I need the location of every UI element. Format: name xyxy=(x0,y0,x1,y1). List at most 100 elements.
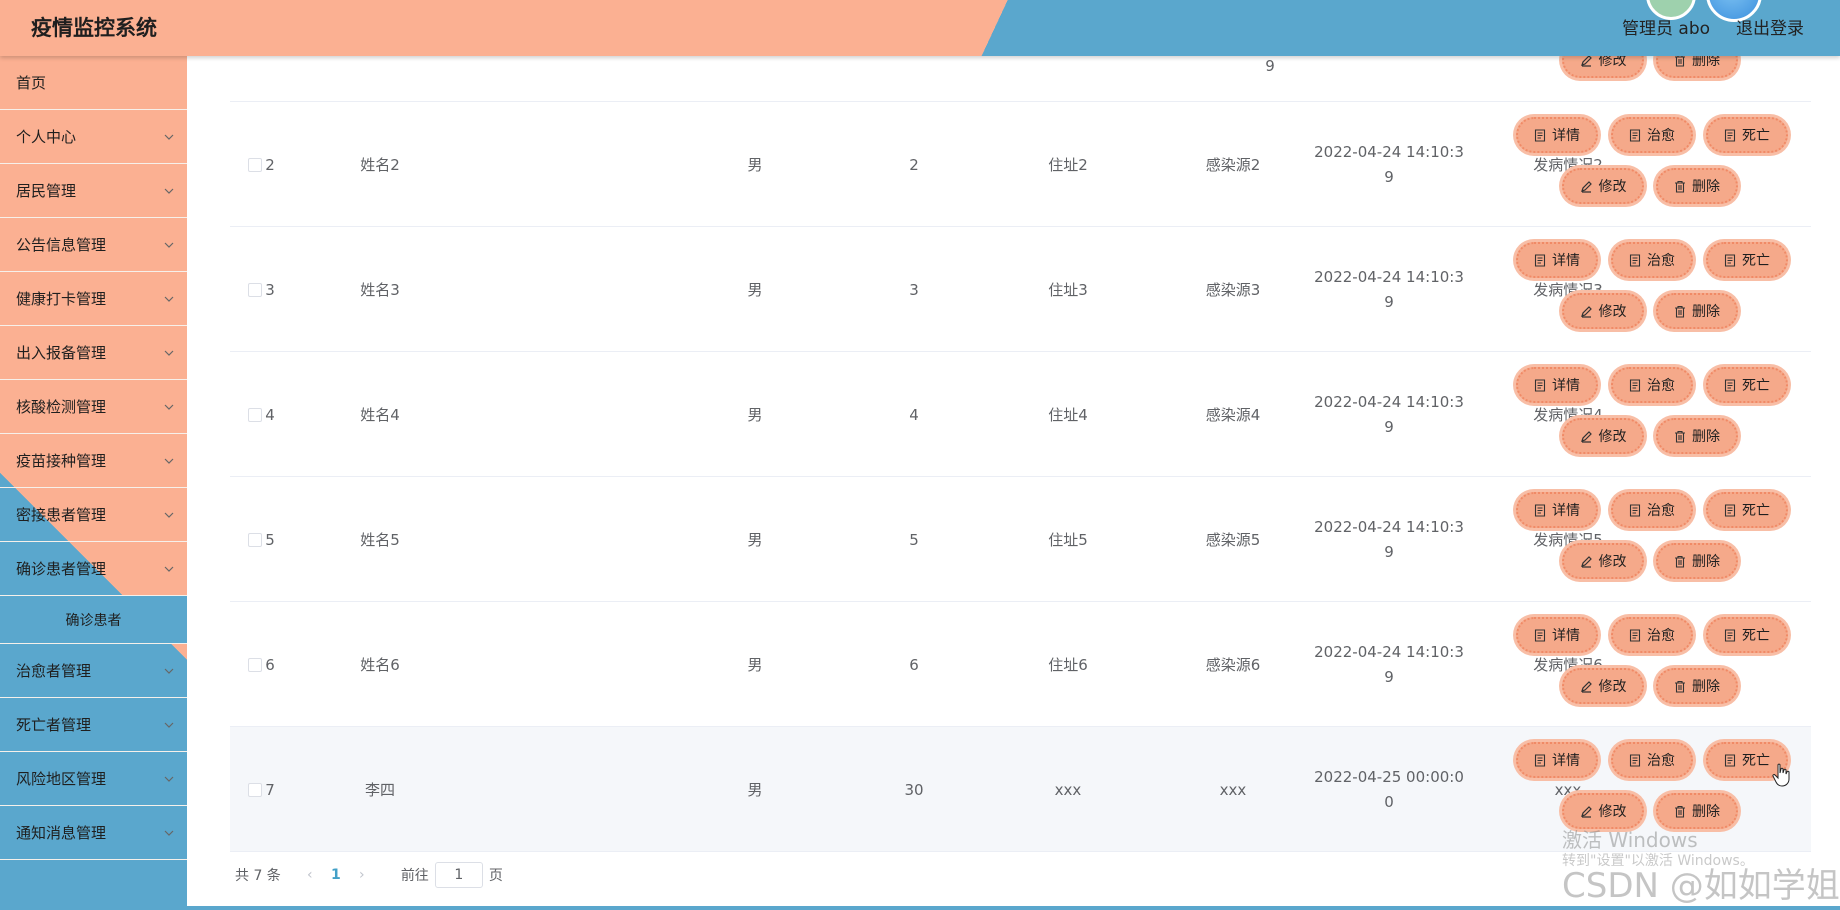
sidebar-item-label: 核酸检测管理 xyxy=(16,398,107,416)
cure-button[interactable]: 治愈 xyxy=(1611,117,1693,153)
sidebar-item-label: 密接患者管理 xyxy=(16,506,107,524)
address-cell: 住址4 xyxy=(1028,352,1108,477)
sidebar-item-label: 个人中心 xyxy=(16,128,77,146)
detail-button[interactable]: 详情 xyxy=(1516,117,1598,153)
document-icon xyxy=(1629,128,1641,142)
sidebar-item[interactable]: 治愈者管理 xyxy=(0,644,187,698)
source-cell: 感染源4 xyxy=(1193,352,1273,477)
cure-button[interactable]: 治愈 xyxy=(1611,242,1693,278)
time-cell: 2022-04-24 14:10:39 xyxy=(1314,477,1464,602)
delete-button[interactable]: 删除 xyxy=(1656,293,1738,329)
operations-cell: 详情 治愈 死亡修改 删除 xyxy=(1510,227,1810,352)
cure-button[interactable]: 治愈 xyxy=(1611,742,1693,778)
top-header: 疫情监控系统 管理员 abo 退出登录 xyxy=(0,0,1840,56)
death-button[interactable]: 死亡 xyxy=(1706,492,1788,528)
document-icon xyxy=(1534,753,1546,767)
age-cell-text: 6 xyxy=(909,655,919,674)
cure-button[interactable]: 治愈 xyxy=(1611,617,1693,653)
table-row[interactable]: 2 姓名2 男 2 住址2 感染源2 2022-04-24 14:10:39 发病情况2 详情治… xyxy=(230,102,1811,227)
delete-button[interactable]: 删除 xyxy=(1656,543,1738,579)
detail-button[interactable]: 详情 xyxy=(1516,742,1598,778)
detail-button[interactable]: 详情 xyxy=(1516,367,1598,403)
sidebar-item[interactable]: 疫苗接种管理 xyxy=(0,434,187,488)
chevron-down-icon xyxy=(164,564,174,573)
edit-icon xyxy=(1580,805,1593,818)
sidebar-item[interactable]: 居民管理 xyxy=(0,164,187,218)
cure-button[interactable]: 治愈 xyxy=(1611,367,1693,403)
edit-button[interactable]: 修改 xyxy=(1562,418,1644,454)
death-button[interactable]: 死亡 xyxy=(1706,117,1788,153)
gender-cell: 男 xyxy=(725,477,785,602)
sidebar-item[interactable]: 死亡者管理 xyxy=(0,698,187,752)
time-cell-text: 2022-04-24 14:10:39 xyxy=(1314,517,1464,561)
next-page-icon[interactable]: › xyxy=(351,867,373,883)
time-cell-text: 2022-04-24 14:10:39 xyxy=(1314,267,1464,311)
edit-button[interactable]: 修改 xyxy=(1562,668,1644,704)
death-button[interactable]: 死亡 xyxy=(1706,242,1788,278)
document-icon xyxy=(1534,503,1546,517)
address-cell-text: xxx xyxy=(1054,780,1082,799)
sidebar-item[interactable]: 出入报备管理 xyxy=(0,326,187,380)
submenu-item-confirmed-patients[interactable]: 确诊患者 xyxy=(0,596,187,644)
table-row[interactable]: 3 姓名3 男 3 住址3 感染源3 2022-04-24 14:10:39 发病情况3 详情治… xyxy=(230,227,1811,352)
delete-button[interactable]: 删除 xyxy=(1656,168,1738,204)
gender-cell: 男 xyxy=(725,102,785,227)
chevron-down-icon xyxy=(164,402,174,411)
table-row[interactable]: 4 姓名4 男 4 住址4 感染源4 2022-04-24 14:10:39 发病情况4 详情治… xyxy=(230,352,1811,477)
sidebar-item[interactable]: 密接患者管理 xyxy=(0,488,187,542)
sidebar-item[interactable]: 通知消息管理 xyxy=(0,806,187,860)
source-cell: 感染源5 xyxy=(1193,477,1273,602)
document-icon xyxy=(1534,378,1546,392)
logout-link[interactable]: 退出登录 xyxy=(1736,14,1804,39)
sidebar-item[interactable]: 个人中心 xyxy=(0,110,187,164)
document-icon xyxy=(1534,628,1546,642)
goto-page-input[interactable] xyxy=(434,862,483,888)
delete-button[interactable]: 删除 xyxy=(1656,418,1738,454)
sidebar-item-label: 通知消息管理 xyxy=(16,824,107,842)
sidebar-item[interactable]: 公告信息管理 xyxy=(0,218,187,272)
operations-cell: 详情 治愈 死亡修改 删除 xyxy=(1510,477,1810,602)
time-cell-text: 2022-04-25 00:00:00 xyxy=(1314,767,1464,811)
page-number-current[interactable]: 1 xyxy=(321,867,351,883)
time-cell-text: 2022-04-24 14:10:39 xyxy=(1314,392,1464,436)
cure-button[interactable]: 治愈 xyxy=(1611,492,1693,528)
sidebar-item[interactable]: 核酸检测管理 xyxy=(0,380,187,434)
time-cell-text: 2022-04-24 14:10:39 xyxy=(1314,642,1464,686)
gender-cell-text: 男 xyxy=(747,531,763,549)
address-cell-text: 住址5 xyxy=(1048,531,1088,549)
sidebar-item-label: 确诊患者管理 xyxy=(16,560,107,578)
chevron-down-icon xyxy=(164,132,174,141)
table-row[interactable]: 5 姓名5 男 5 住址5 感染源5 2022-04-24 14:10:39 发病情况5 详情治… xyxy=(230,477,1811,602)
address-cell: xxx xyxy=(1028,727,1108,852)
index-cell: 2 xyxy=(250,102,290,227)
detail-button[interactable]: 详情 xyxy=(1516,617,1598,653)
document-icon xyxy=(1724,753,1736,767)
address-cell-text: 住址2 xyxy=(1048,156,1088,174)
death-button[interactable]: 死亡 xyxy=(1706,367,1788,403)
edit-button[interactable]: 修改 xyxy=(1562,168,1644,204)
time-cell-tail: 9 xyxy=(1265,57,1275,75)
chevron-down-icon xyxy=(164,186,174,195)
edit-button[interactable]: 修改 xyxy=(1562,543,1644,579)
edit-icon xyxy=(1580,430,1593,443)
age-cell: 4 xyxy=(884,352,944,477)
source-cell-text: 感染源6 xyxy=(1205,656,1261,674)
detail-button[interactable]: 详情 xyxy=(1516,492,1598,528)
document-icon xyxy=(1629,253,1641,267)
source-cell-text: xxx xyxy=(1219,780,1247,799)
sidebar-item[interactable]: 确诊患者管理 xyxy=(0,542,187,596)
delete-button[interactable]: 删除 xyxy=(1656,668,1738,704)
index-cell: 4 xyxy=(250,352,290,477)
prev-page-icon[interactable]: ‹ xyxy=(299,867,321,883)
sidebar-item-label: 出入报备管理 xyxy=(16,344,107,362)
sidebar-item[interactable]: 健康打卡管理 xyxy=(0,272,187,326)
death-button[interactable]: 死亡 xyxy=(1706,617,1788,653)
sidebar-item[interactable]: 风险地区管理 xyxy=(0,752,187,806)
sidebar-item[interactable]: 首页 xyxy=(0,56,187,110)
edit-button[interactable]: 修改 xyxy=(1562,293,1644,329)
trash-icon xyxy=(1674,430,1686,443)
index-cell: 7 xyxy=(250,727,290,852)
table-row[interactable]: 6 姓名6 男 6 住址6 感染源6 2022-04-24 14:10:39 发病情况6 详情治… xyxy=(230,602,1811,727)
detail-button[interactable]: 详情 xyxy=(1516,242,1598,278)
time-cell: 2022-04-24 14:10:39 xyxy=(1314,352,1464,477)
